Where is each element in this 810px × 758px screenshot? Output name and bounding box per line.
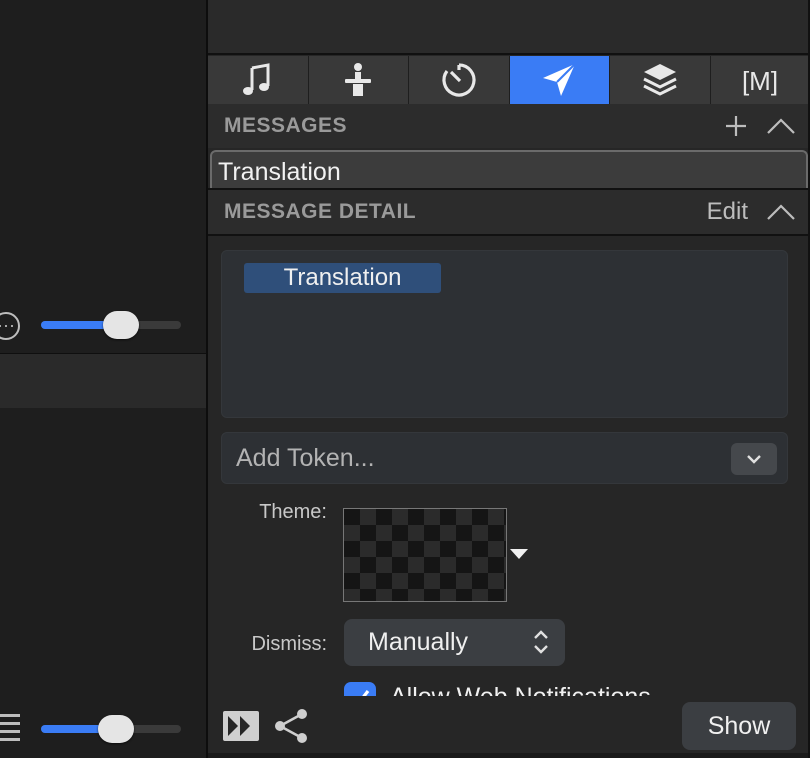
metadata-icon: [M] — [742, 66, 778, 96]
window-bottom-edge — [208, 753, 810, 758]
chevron-down-icon — [747, 455, 761, 464]
timer-icon — [442, 63, 476, 97]
tab-person[interactable] — [308, 56, 409, 104]
tab-layers[interactable] — [610, 56, 711, 104]
left-divider-band — [0, 353, 206, 408]
checkmark-icon — [362, 690, 370, 696]
person-icon — [345, 63, 372, 96]
list-item[interactable]: Translation — [218, 158, 341, 187]
volume-slider-top[interactable] — [41, 311, 181, 339]
edit-button[interactable]: Edit — [707, 198, 748, 226]
left-pane — [0, 0, 206, 758]
inspector-tabbar: [M] — [208, 56, 810, 104]
layers-icon — [643, 64, 677, 96]
dismiss-value: Manually — [368, 628, 469, 656]
tab-timer[interactable] — [409, 56, 510, 104]
add-token-label: Add Token... — [236, 444, 375, 472]
share-icon[interactable] — [272, 706, 312, 746]
tab-audio[interactable] — [208, 56, 309, 104]
tab-messages[interactable] — [509, 56, 610, 104]
message-detail-title: MESSAGE DETAIL — [224, 200, 417, 223]
updown-chevron-icon — [534, 630, 548, 654]
bottom-bar: Show — [208, 698, 810, 758]
collapse-chevron-icon[interactable] — [766, 116, 796, 136]
message-detail-header: MESSAGE DETAIL Edit — [208, 190, 810, 234]
slider-knob[interactable] — [98, 715, 134, 743]
messages-list[interactable]: Translation — [210, 150, 808, 188]
add-token-dropdown-button[interactable] — [731, 443, 777, 475]
token-field[interactable]: Translation — [221, 250, 788, 418]
paper-plane-icon — [543, 63, 576, 96]
dismiss-label: Dismiss: — [251, 633, 327, 655]
messages-header: MESSAGES — [208, 104, 810, 148]
add-token-field[interactable]: Add Token... — [221, 432, 788, 484]
allow-web-checkbox[interactable] — [344, 682, 376, 696]
tab-metadata[interactable]: [M] — [710, 56, 810, 104]
list-icon[interactable] — [0, 714, 20, 742]
theme-preview[interactable] — [343, 508, 507, 602]
go-icon[interactable] — [222, 710, 260, 742]
divider — [208, 234, 810, 236]
inspector-top-strip — [208, 0, 810, 55]
messages-title: MESSAGES — [224, 114, 348, 137]
more-options-icon[interactable] — [0, 312, 20, 340]
allow-web-row: Allow Web Notifications — [344, 680, 774, 696]
theme-label: Theme: — [259, 501, 327, 523]
inspector-pane: [M] MESSAGES Translation MESSAGE DETAIL … — [208, 0, 810, 758]
volume-slider-bottom[interactable] — [41, 715, 181, 743]
collapse-chevron-icon[interactable] — [766, 202, 796, 222]
dismiss-select[interactable]: Manually — [344, 619, 565, 666]
show-button[interactable]: Show — [682, 702, 796, 750]
theme-caret-icon[interactable] — [510, 549, 528, 559]
slider-knob[interactable] — [103, 311, 139, 339]
metadata-icon-label: [M] — [742, 66, 778, 96]
allow-web-label: Allow Web Notifications — [390, 683, 651, 696]
token-chip[interactable]: Translation — [244, 263, 441, 293]
add-icon[interactable] — [724, 114, 748, 138]
music-note-icon — [242, 63, 270, 95]
